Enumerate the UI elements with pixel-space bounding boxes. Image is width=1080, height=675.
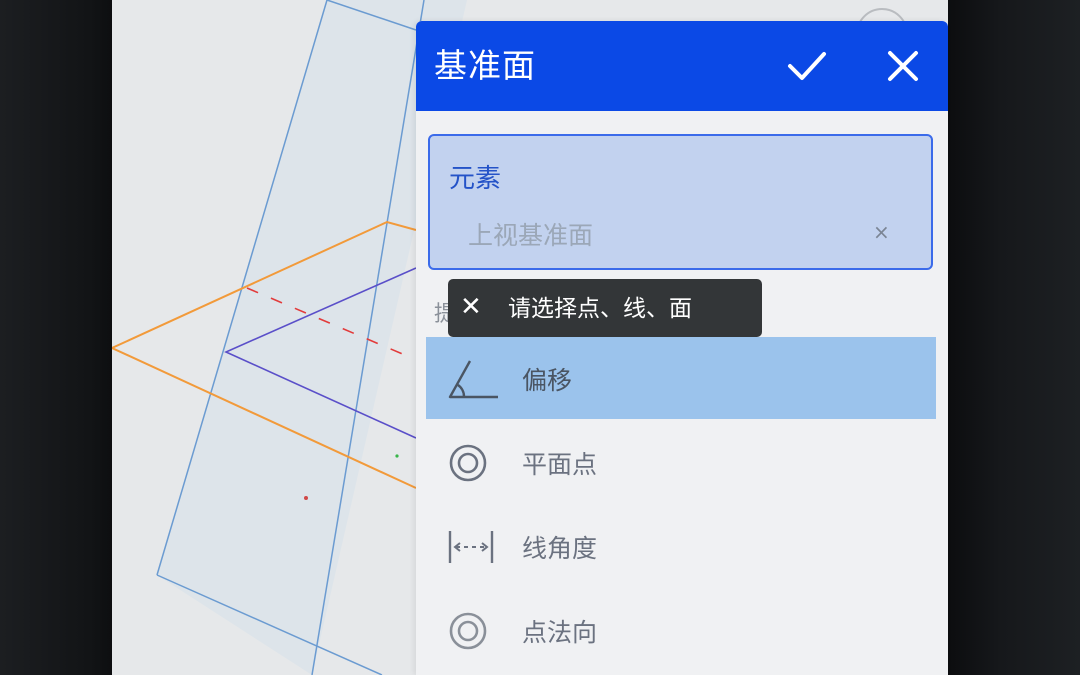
close-button[interactable] <box>880 43 926 89</box>
toast-close-button[interactable]: ✕ <box>460 291 482 323</box>
option-plane-point-label: 平面点 <box>522 450 598 479</box>
selection-hint-toast: ✕ 请选择点、线、面 <box>448 279 762 337</box>
panel-title: 基准面 <box>434 46 536 85</box>
clear-element-button[interactable]: × <box>873 220 890 244</box>
device-bezel-left <box>0 0 112 675</box>
origin-marker <box>304 496 308 500</box>
close-icon <box>888 51 918 81</box>
datum-plane-panel: 基准面 元素 上视基准面 × 提 偏移 平面点 线角度 点法向 <box>416 21 948 675</box>
panel-header: 基准面 <box>416 21 948 111</box>
selected-element-value: 上视基准面 <box>468 221 594 250</box>
option-offset-label: 偏移 <box>522 366 573 395</box>
element-selection-field[interactable]: 元素 上视基准面 × <box>428 134 933 270</box>
option-offset[interactable]: 偏移 <box>426 337 936 419</box>
option-line-angle[interactable]: 线角度 <box>426 505 936 587</box>
angle-offset-icon <box>448 360 498 399</box>
checkmark-icon <box>788 52 826 80</box>
green-point-marker <box>395 454 399 458</box>
option-point-normal-label: 点法向 <box>522 618 598 647</box>
device-bezel-right <box>948 0 1080 675</box>
concentric-circle-icon <box>449 444 487 482</box>
element-field-label: 元素 <box>449 164 502 194</box>
confirm-button[interactable] <box>782 43 832 89</box>
dimension-line-icon <box>448 531 494 563</box>
toast-message: 请选择点、线、面 <box>508 296 692 322</box>
concentric-circle-icon <box>449 612 487 650</box>
option-plane-point[interactable]: 平面点 <box>426 421 936 503</box>
option-line-angle-label: 线角度 <box>522 534 598 563</box>
option-point-normal[interactable]: 点法向 <box>426 589 936 671</box>
